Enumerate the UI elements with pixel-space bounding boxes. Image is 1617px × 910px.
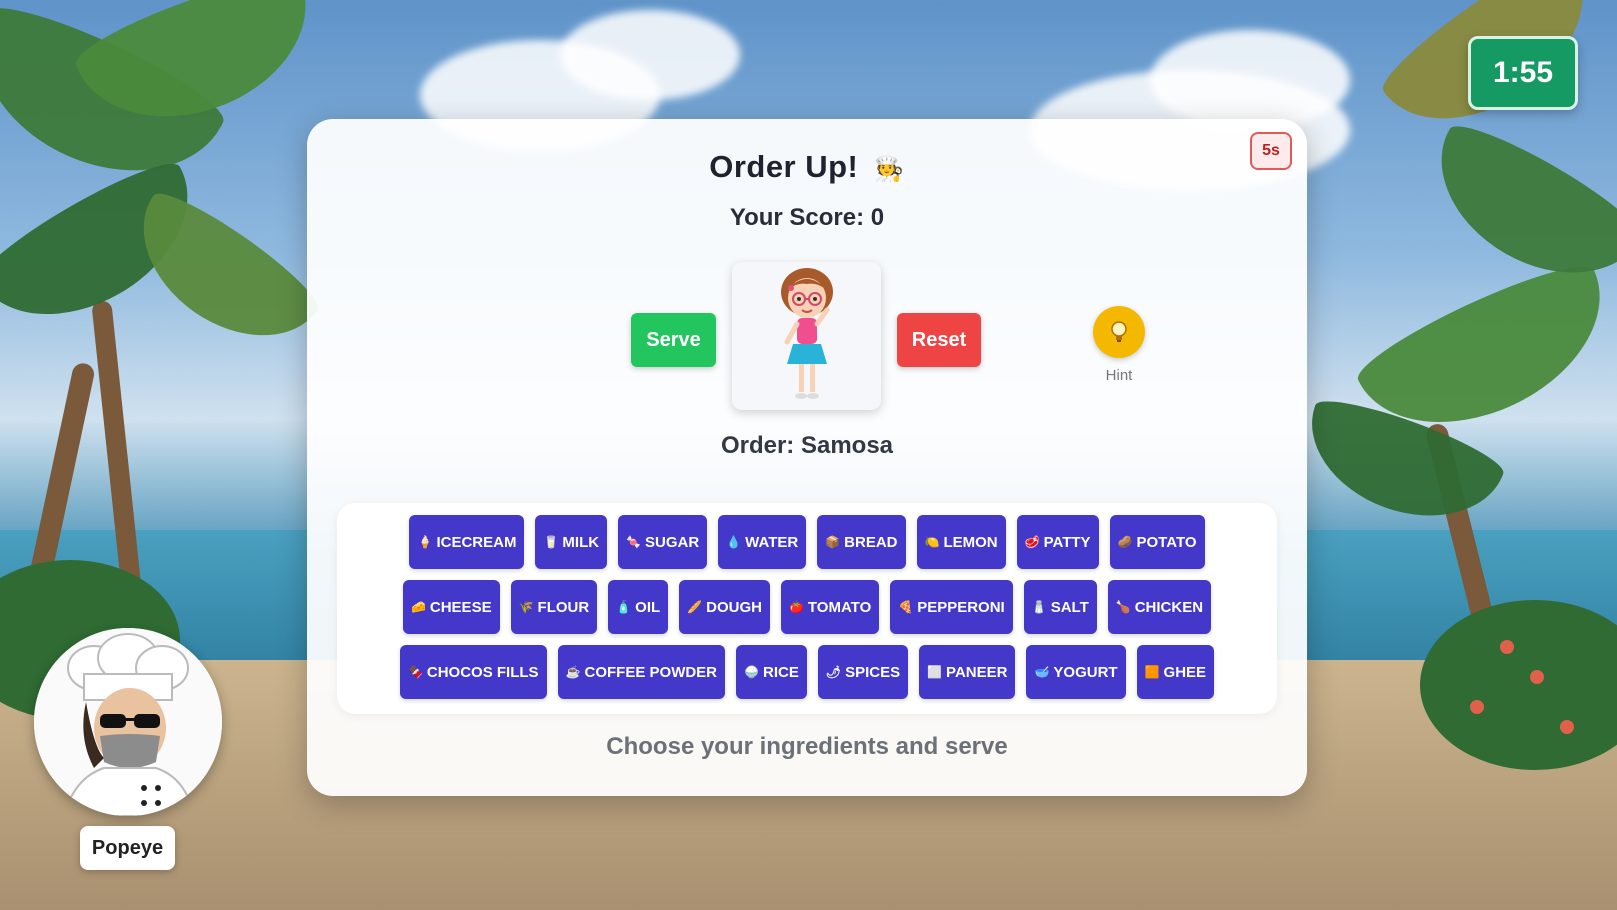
order-label: Order: Samosa: [720, 432, 894, 459]
ingredient-label: PATTY: [1043, 533, 1091, 551]
patty-icon: 🥩: [1024, 535, 1040, 549]
ingredient-sugar-button[interactable]: 🍬 SUGAR: [618, 515, 708, 569]
ingredient-label: PEPPERONI: [917, 598, 1005, 616]
oil-icon: 🧴: [616, 600, 632, 614]
flower: [1560, 720, 1574, 734]
milk-icon: 🥛: [543, 535, 559, 549]
pepperoni-icon: 🍕: [898, 600, 914, 614]
dough-icon: 🥖: [687, 600, 703, 614]
title-text: Order Up!: [709, 149, 859, 184]
ingredient-label: WATER: [745, 533, 799, 551]
cheese-icon: 🧀: [410, 600, 426, 614]
ingredient-label: YOGURT: [1053, 663, 1118, 681]
water-icon: 💧: [726, 535, 742, 549]
instruction-text: Choose your ingredients and serve: [606, 733, 1008, 760]
icecream-icon: 🍦: [417, 535, 433, 549]
ingredient-label: MILK: [562, 533, 600, 551]
salt-icon: 🧂: [1031, 600, 1047, 614]
ingredient-lemon-button[interactable]: 🍋 LEMON: [916, 515, 1006, 569]
ingredient-dough-button[interactable]: 🥖 DOUGH: [679, 580, 770, 634]
ingredient-potato-button[interactable]: 🥔 POTATO: [1109, 515, 1205, 569]
player-name: Popeye: [80, 826, 175, 870]
coffee-powder-icon: ☕: [565, 665, 581, 679]
cloud: [560, 10, 740, 100]
ingredient-label: PANEER: [946, 663, 1008, 681]
ingredient-label: CHOCOS FILLS: [426, 663, 539, 681]
bread-icon: 📦: [825, 535, 841, 549]
ingredient-label: FLOUR: [537, 598, 590, 616]
page-title: Order Up! 🧑‍🍳: [307, 149, 1307, 185]
ingredient-flour-button[interactable]: 🌾 FLOUR: [510, 580, 598, 634]
ingredient-label: GHEE: [1163, 663, 1207, 681]
ingredient-tray: 🍦 ICECREAM 🥛 MILK 🍬 SUGAR 💧 WATER 📦 BREAD 🍋 LEMON 🥩 P…: [337, 503, 1277, 714]
ingredient-label: SALT: [1050, 598, 1089, 616]
girl-customer-icon: [780, 268, 833, 399]
ingredient-label: TOMATO: [807, 598, 872, 616]
ingredient-label: SUGAR: [645, 533, 700, 551]
paneer-icon: ⬜: [927, 665, 943, 679]
ingredient-label: ICECREAM: [436, 533, 517, 551]
ingredient-label: CHEESE: [429, 598, 492, 616]
reset-button[interactable]: Reset: [897, 313, 981, 367]
potato-icon: 🥔: [1117, 535, 1133, 549]
ingredient-label: SPICES: [845, 663, 901, 681]
lightbulb-icon: [1111, 321, 1127, 342]
ingredient-yogurt-button[interactable]: 🥣 YOGURT: [1026, 645, 1126, 699]
chicken-icon: 🍗: [1115, 600, 1131, 614]
chef-avatar-icon: [34, 628, 222, 816]
game-timer: 1:55: [1468, 36, 1578, 110]
chef-icon: 🧑‍🍳: [874, 156, 905, 183]
ingredient-ghee-button[interactable]: 🟧 GHEE: [1136, 645, 1215, 699]
ingredient-label: DOUGH: [706, 598, 762, 616]
spices-icon: 🌶: [825, 665, 842, 679]
player-avatar: [34, 628, 222, 816]
flower: [1500, 640, 1514, 654]
ingredient-row: 🧀 CHEESE 🌾 FLOUR 🧴 OIL 🥖 DOUGH 🍅 TOMATO 🍕 PEPPERONI…: [337, 580, 1277, 634]
flour-icon: 🌾: [518, 600, 534, 614]
ingredient-row: 🍦 ICECREAM 🥛 MILK 🍬 SUGAR 💧 WATER 📦 BREAD 🍋 LEMON 🥩 P…: [337, 515, 1277, 569]
ingredient-label: RICE: [762, 663, 799, 681]
ingredient-label: LEMON: [943, 533, 998, 551]
cloud: [1150, 30, 1350, 130]
tomato-icon: 🍅: [788, 600, 804, 614]
yogurt-icon: 🥣: [1034, 665, 1050, 679]
ghee-icon: 🟧: [1144, 665, 1160, 679]
order-card: 5s Order Up!🧑‍🍳 Your Score: 0 Serve: [307, 119, 1307, 796]
ingredient-spices-button[interactable]: 🌶 SPICES: [817, 645, 909, 699]
ingredient-row: 🍫 CHOCOS FILLS ☕ COFFEE POWDER 🍚 RICE 🌶 SPICES ⬜…: [337, 645, 1277, 699]
rice-icon: 🍚: [744, 665, 759, 679]
ingredient-chicken-button[interactable]: 🍗 CHICKEN: [1107, 580, 1212, 634]
ingredient-icecream-button[interactable]: 🍦 ICECREAM: [409, 515, 525, 569]
score-label: Your Score: 0: [729, 204, 885, 231]
hint-button[interactable]: [1093, 306, 1145, 358]
ingredient-label: COFFEE POWDER: [584, 663, 718, 681]
serve-button[interactable]: Serve: [631, 313, 716, 367]
ingredient-salt-button[interactable]: 🧂 SALT: [1023, 580, 1097, 634]
ingredient-water-button[interactable]: 💧 WATER: [718, 515, 807, 569]
ingredient-label: CHICKEN: [1134, 598, 1204, 616]
sugar-icon: 🍬: [626, 535, 642, 549]
ingredient-oil-button[interactable]: 🧴 OIL: [608, 580, 669, 634]
ingredient-paneer-button[interactable]: ⬜ PANEER: [919, 645, 1016, 699]
ingredient-label: BREAD: [844, 533, 898, 551]
ingredient-label: OIL: [635, 598, 661, 616]
ingredient-chocos-fills-button[interactable]: 🍫 CHOCOS FILLS: [399, 645, 547, 699]
ingredient-patty-button[interactable]: 🥩 PATTY: [1016, 515, 1099, 569]
lemon-icon: 🍋: [924, 535, 940, 549]
ingredient-label: POTATO: [1136, 533, 1197, 551]
ingredient-tomato-button[interactable]: 🍅 TOMATO: [780, 580, 880, 634]
hint-label: Hint: [1105, 367, 1133, 384]
flower: [1530, 670, 1544, 684]
ingredient-milk-button[interactable]: 🥛 MILK: [535, 515, 608, 569]
ingredient-rice-button[interactable]: 🍚 RICE: [736, 645, 807, 699]
ingredient-bread-button[interactable]: 📦 BREAD: [817, 515, 906, 569]
ingredient-pepperoni-button[interactable]: 🍕 PEPPERONI: [890, 580, 1013, 634]
chocos-fills-icon: 🍫: [407, 665, 423, 679]
ingredient-coffee-powder-button[interactable]: ☕ COFFEE POWDER: [557, 645, 726, 699]
ingredient-cheese-button[interactable]: 🧀 CHEESE: [402, 580, 500, 634]
customer-portrait: [732, 262, 881, 410]
flower: [1470, 700, 1484, 714]
